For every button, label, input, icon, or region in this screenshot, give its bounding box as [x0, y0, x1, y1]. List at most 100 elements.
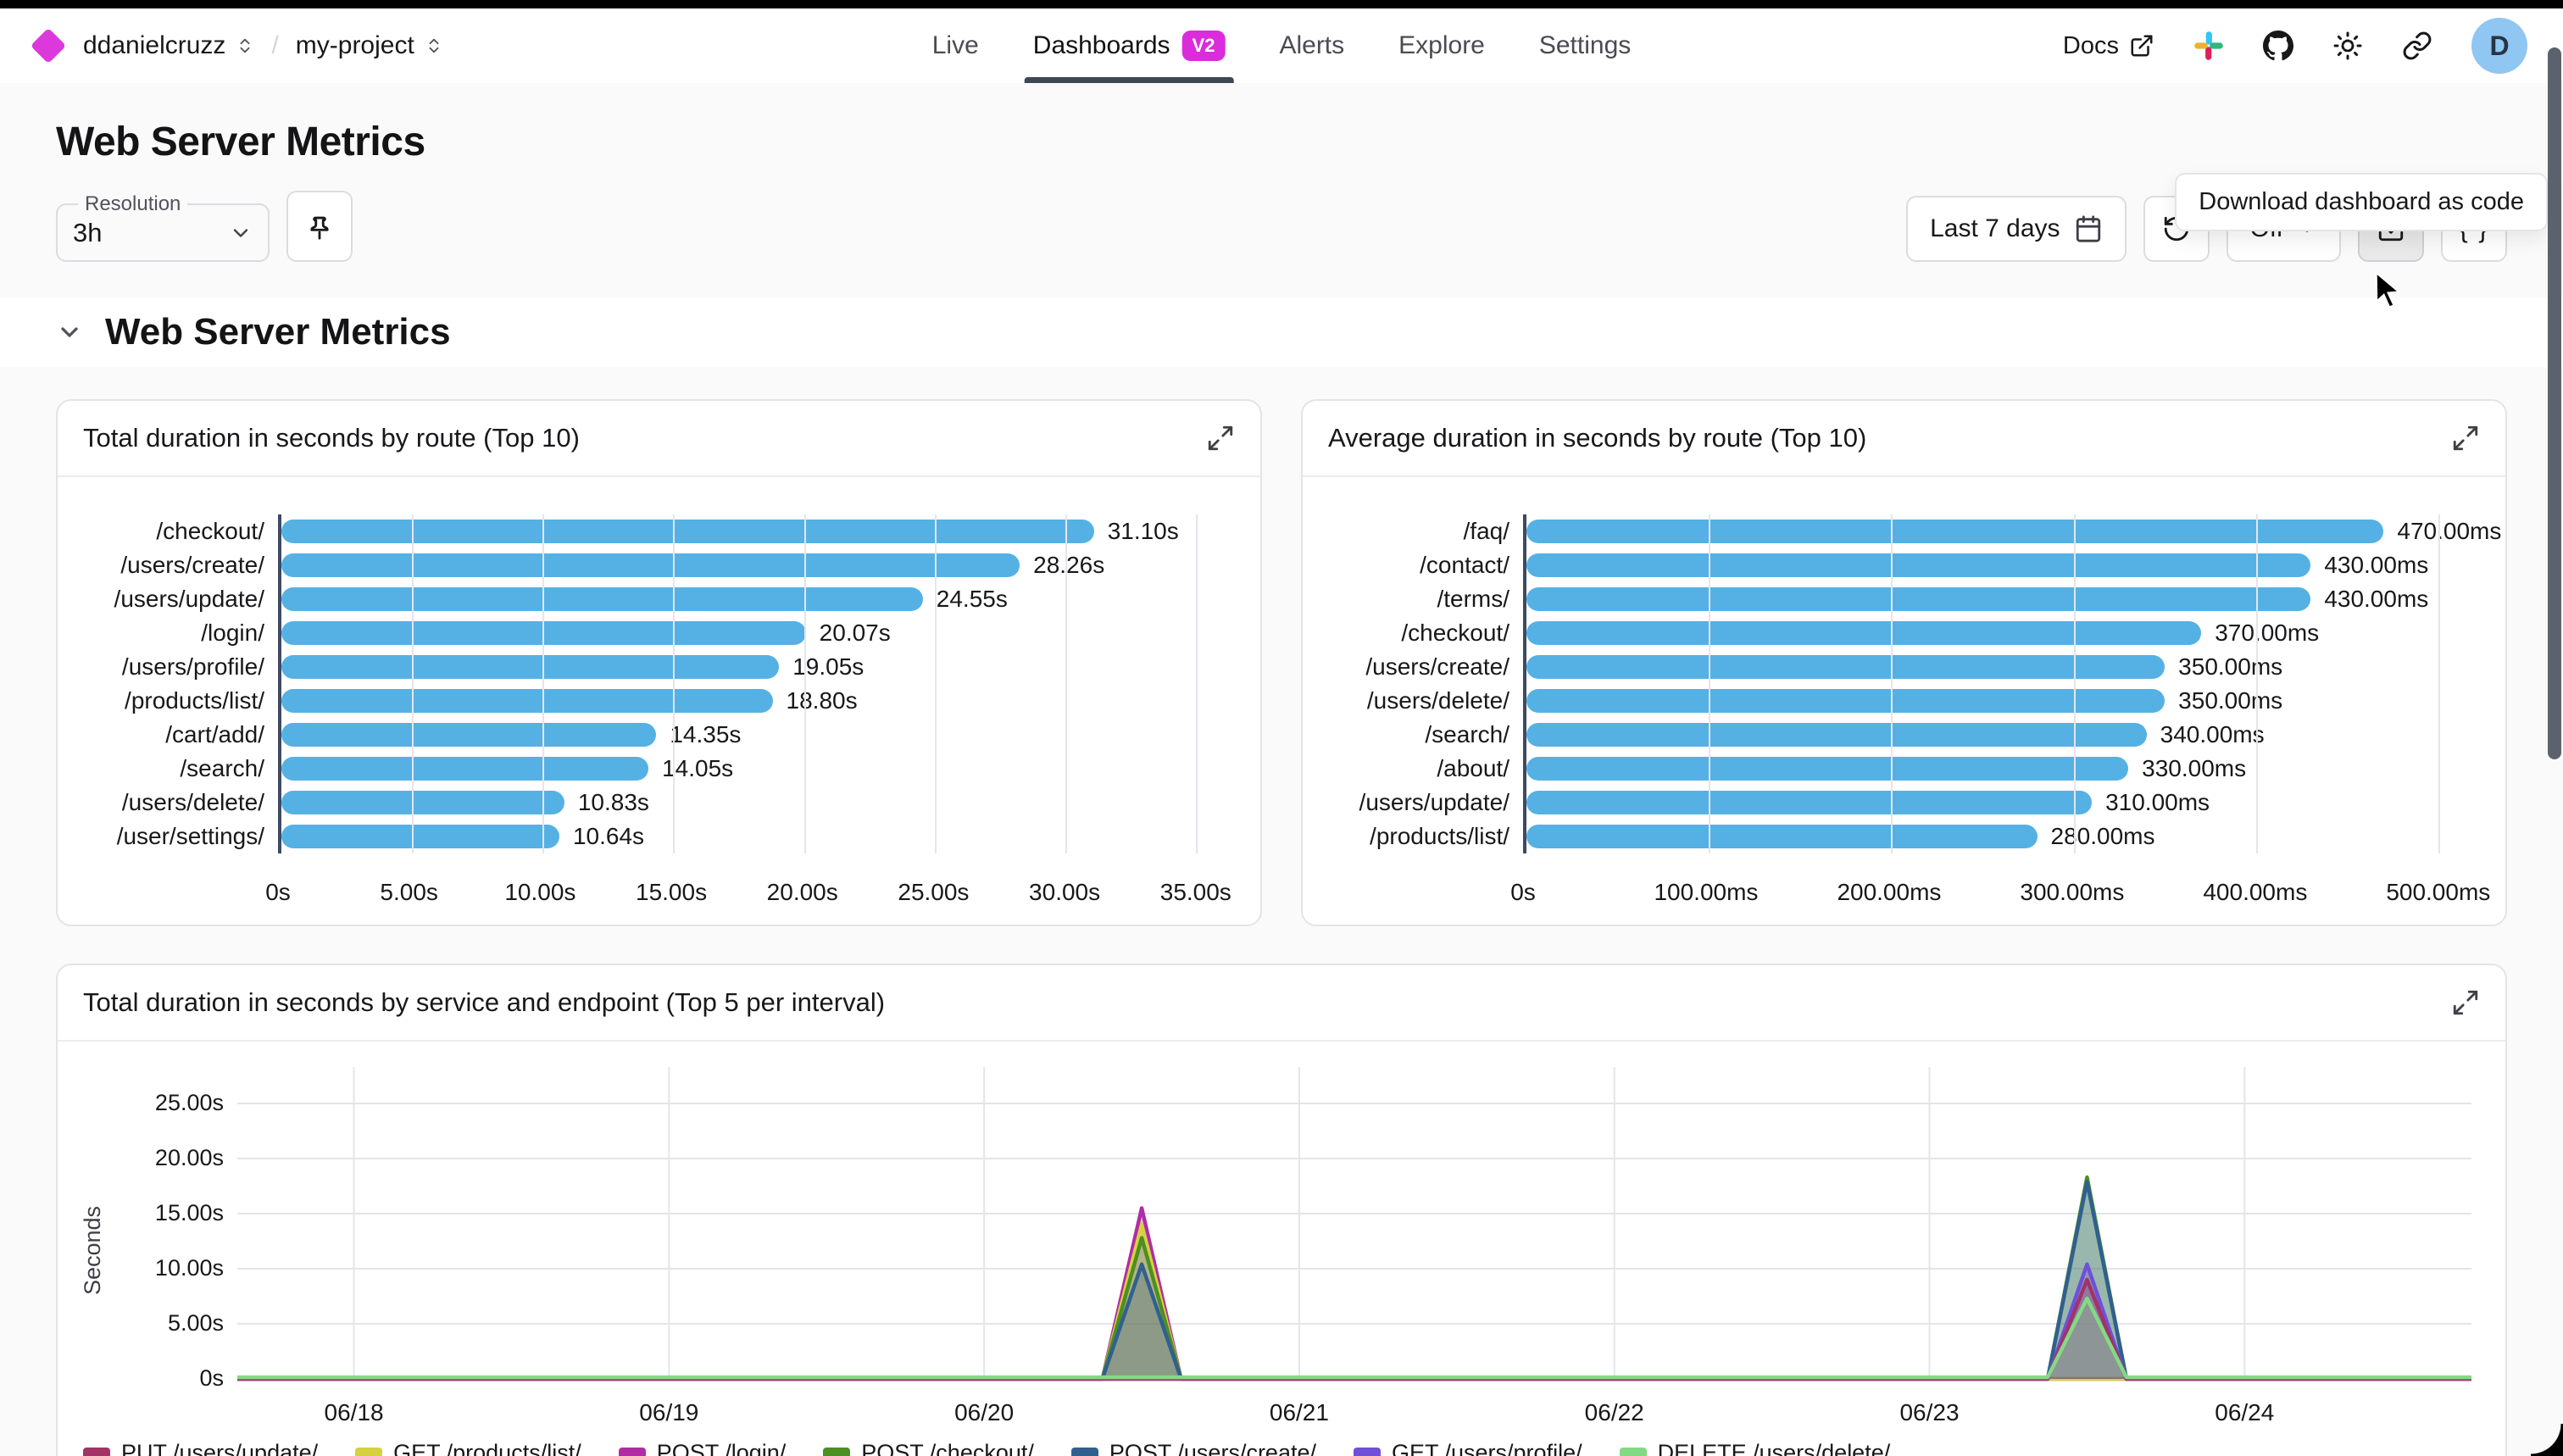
- tab-label: Alerts: [1279, 31, 1344, 60]
- time-range-label: Last 7 days: [1930, 214, 2060, 243]
- y-axis-title: Seconds: [75, 1067, 112, 1433]
- vertical-scrollbar[interactable]: [2548, 47, 2561, 759]
- project-switcher[interactable]: my-project: [296, 31, 443, 60]
- bar[interactable]: [1526, 621, 2201, 645]
- category-label: /terms/: [1311, 586, 1523, 613]
- category-label: /users/delete/: [66, 789, 278, 816]
- docs-link[interactable]: Docs: [2063, 32, 2154, 60]
- legend-label: PUT /users/update/: [121, 1440, 318, 1456]
- legend-item[interactable]: POST /login/: [619, 1440, 787, 1456]
- bar[interactable]: [1526, 689, 2165, 713]
- area-chart[interactable]: Seconds 0s5.00s10.00s15.00s20.00s25.00s …: [58, 1042, 2505, 1433]
- y-tick-label: 5.00s: [168, 1310, 224, 1337]
- calendar-icon: [2074, 214, 2103, 243]
- tab-label: Live: [932, 31, 979, 60]
- expand-icon[interactable]: [2451, 424, 2480, 453]
- legend-swatch: [1620, 1448, 1647, 1456]
- collapse-chevron-icon[interactable]: [56, 319, 83, 346]
- x-tick-label: 20.00s: [767, 879, 838, 906]
- bar-row: 10.83s: [281, 791, 1230, 814]
- category-label: /login/: [66, 620, 278, 647]
- area-chart-x-labels: 06/1806/1906/2006/2106/2206/2306/24: [237, 1389, 2471, 1433]
- bar-row: 19.05s: [281, 655, 1230, 679]
- bar[interactable]: [281, 757, 648, 781]
- bar[interactable]: [1526, 553, 2310, 577]
- bar[interactable]: [1526, 587, 2310, 611]
- controls-left: Resolution 3h: [56, 191, 353, 262]
- legend-label: POST /login/: [657, 1440, 787, 1456]
- bar[interactable]: [1526, 655, 2165, 679]
- bar-row: 350.00ms: [1526, 689, 2475, 713]
- legend-item[interactable]: PUT /users/update/: [83, 1440, 318, 1456]
- bar[interactable]: [281, 723, 656, 747]
- bar[interactable]: [1526, 791, 2092, 814]
- legend-item[interactable]: POST /checkout/: [823, 1440, 1034, 1456]
- bar-chart-plot[interactable]: 31.10s28.26s24.55s20.07s19.05s18.80s14.3…: [278, 514, 1230, 853]
- x-tick-label: 06/24: [2215, 1399, 2274, 1426]
- bar[interactable]: [281, 655, 779, 679]
- tab-settings[interactable]: Settings: [1539, 8, 1631, 83]
- tab-alerts[interactable]: Alerts: [1279, 8, 1344, 83]
- org-switcher[interactable]: ddanielcruzz: [83, 31, 254, 60]
- tab-dashboards[interactable]: DashboardsV2: [1033, 8, 1226, 83]
- tab-live[interactable]: Live: [932, 8, 979, 83]
- dashboard-controls: Resolution 3h Last 7 days: [56, 191, 2507, 262]
- slack-icon[interactable]: [2193, 31, 2224, 61]
- category-label: /checkout/: [66, 518, 278, 545]
- section-header: Web Server Metrics: [0, 297, 2563, 367]
- x-tick-label: 06/19: [639, 1399, 698, 1426]
- legend-item[interactable]: DELETE /users/delete/: [1620, 1440, 1891, 1456]
- expand-icon[interactable]: [2451, 988, 2480, 1017]
- y-tick-label: 25.00s: [155, 1090, 224, 1116]
- pin-resolution-button[interactable]: [286, 191, 353, 262]
- category-label: /cart/add/: [66, 721, 278, 748]
- bar[interactable]: [281, 689, 773, 713]
- app-screen: ddanielcruzz / my-project LiveDashboards…: [0, 0, 2563, 1456]
- bar[interactable]: [281, 791, 564, 814]
- time-range-button[interactable]: Last 7 days: [1906, 196, 2126, 262]
- panel-header: Average duration in seconds by route (To…: [1303, 401, 2505, 477]
- panel-total-duration-by-route: Total duration in seconds by route (Top …: [56, 399, 1262, 926]
- x-tick-label: 0s: [265, 879, 291, 906]
- legend-item[interactable]: GET /users/profile/: [1354, 1440, 1582, 1456]
- bar[interactable]: [281, 825, 559, 848]
- bar[interactable]: [281, 520, 1094, 543]
- area-chart-plot[interactable]: [237, 1067, 2471, 1389]
- share-link-icon[interactable]: [2402, 31, 2432, 61]
- section-title: Web Server Metrics: [105, 311, 451, 353]
- bar[interactable]: [1526, 757, 2128, 781]
- x-tick-label: 06/23: [1899, 1399, 1959, 1426]
- tab-explore[interactable]: Explore: [1398, 8, 1485, 83]
- legend-swatch: [355, 1448, 382, 1456]
- x-tick-label: 200.00ms: [1837, 879, 1941, 906]
- bar-value-label: 310.00ms: [2105, 789, 2210, 816]
- bar-chart-total-duration[interactable]: /checkout//users/create//users/update//l…: [58, 477, 1260, 925]
- legend-item[interactable]: POST /users/create/: [1071, 1440, 1316, 1456]
- x-tick-label: 400.00ms: [2203, 879, 2307, 906]
- y-tick-label: 15.00s: [155, 1200, 224, 1226]
- bar-value-label: 20.07s: [820, 620, 891, 647]
- panel-duration-by-service-endpoint: Total duration in seconds by service and…: [56, 964, 2507, 1456]
- x-tick-label: 5.00s: [380, 879, 438, 906]
- x-tick-label: 500.00ms: [2386, 879, 2490, 906]
- brand-logo-icon[interactable]: [31, 28, 66, 64]
- bar[interactable]: [1526, 825, 2038, 848]
- bar-chart-plot[interactable]: 470.00ms430.00ms430.00ms370.00ms350.00ms…: [1523, 514, 2475, 853]
- legend-item[interactable]: GET /products/list/: [355, 1440, 581, 1456]
- resolution-select[interactable]: Resolution 3h: [56, 192, 270, 262]
- bar[interactable]: [1526, 520, 2383, 543]
- bar-row: 430.00ms: [1526, 587, 2475, 611]
- bar[interactable]: [1526, 723, 2147, 747]
- theme-sun-icon[interactable]: [2332, 31, 2363, 61]
- bar-row: 330.00ms: [1526, 757, 2475, 781]
- expand-icon[interactable]: [1206, 424, 1235, 453]
- category-label: /about/: [1311, 755, 1523, 782]
- bar-value-label: 470.00ms: [2397, 518, 2501, 545]
- user-avatar[interactable]: D: [2471, 18, 2527, 74]
- bar[interactable]: [281, 553, 1020, 577]
- bar[interactable]: [281, 587, 923, 611]
- bar-chart-average-duration[interactable]: /faq//contact//terms//checkout//users/cr…: [1303, 477, 2505, 925]
- github-icon[interactable]: [2263, 31, 2293, 61]
- bar-value-label: 10.83s: [578, 789, 649, 816]
- panel-title: Total duration in seconds by service and…: [83, 987, 885, 1018]
